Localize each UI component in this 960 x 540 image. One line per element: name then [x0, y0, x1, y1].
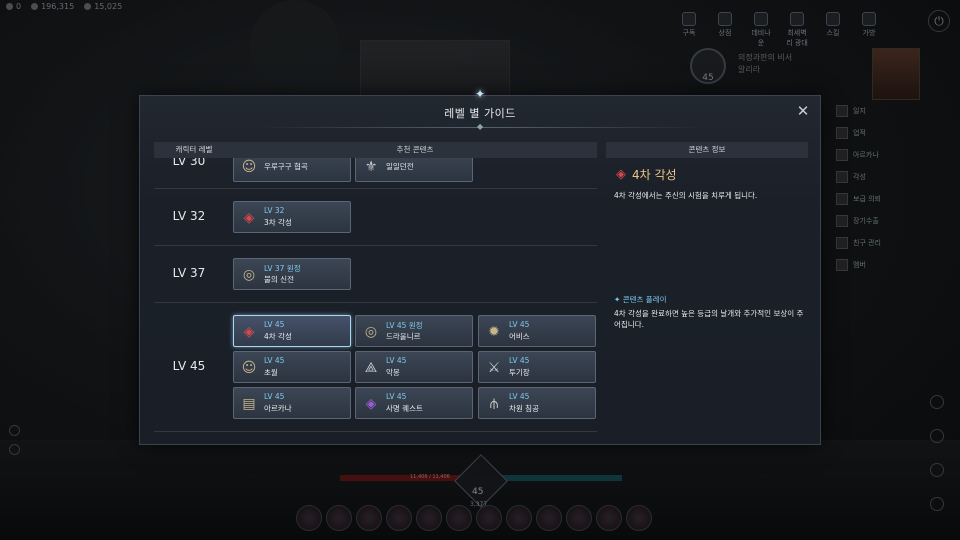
row-level-label: LV 45	[172, 359, 206, 373]
purple-gem-icon: ◈	[365, 396, 377, 412]
sparkle-icon: ✦	[614, 295, 621, 304]
title-star-icon: ✦	[475, 87, 486, 101]
header-content-info: 콘텐츠 정보	[606, 142, 808, 158]
mask-icon: ☺	[241, 360, 257, 376]
level-row: LV 37 ◎ LV 37 원정 불의 신전	[154, 246, 597, 303]
row-level-label: LV 37	[172, 266, 206, 280]
info-description: 4차 각성에서는 주신의 시험을 치루게 됩니다.	[614, 191, 758, 200]
content-button[interactable]: ◎ LV 37 원정 불의 신전	[233, 258, 351, 290]
content-button[interactable]: ⚜ 일일던전	[355, 158, 473, 182]
header-character-level: 캐릭터 레벨	[154, 142, 234, 158]
row-level-label: LV 30	[172, 158, 206, 168]
content-button[interactable]: ⫛ LV 45 차원 침공	[478, 387, 596, 419]
info-title: ◈ 4차 각성	[616, 167, 677, 182]
content-play-description: 4차 각성을 완료하면 높은 등급의 날개와 추가적인 보상이 주어집니다.	[614, 309, 804, 329]
close-button[interactable]: ✕	[796, 102, 810, 120]
swords-icon: ⚔	[487, 360, 501, 376]
content-button[interactable]: ⚔ LV 45 투기장	[478, 351, 596, 383]
level-guide-modal: ✦ 레벨 별 가이드 ◆ ✕ 캐릭터 레벨 추천 콘텐츠 콘텐츠 정보 LV 3…	[139, 87, 821, 445]
ring-icon: ◎	[242, 267, 256, 283]
divider-gem-icon: ◆	[477, 122, 484, 131]
level-guide-list[interactable]: LV 30 ☺ 우루구구 협곡 ⚜ 일일던전 LV 32 ◈ LV 32 3차 …	[154, 158, 597, 435]
content-button-selected[interactable]: ◈ LV 45 4차 각성	[233, 315, 351, 347]
wing-icon: ⚜	[364, 159, 378, 175]
level-row: LV 45 ◈ LV 45 4차 각성 ◎ LV 45 원정 드라울니르 ✹ L…	[154, 303, 597, 432]
header-recommended-content: 추천 콘텐츠	[233, 142, 597, 158]
content-button[interactable]: ◈ LV 45 사명 퀘스트	[355, 387, 473, 419]
diamond-icon: ◈	[616, 167, 626, 182]
content-button[interactable]: ◎ LV 45 원정 드라울니르	[355, 315, 473, 347]
sun-icon: ✹	[488, 324, 500, 340]
diamond-icon: ◈	[243, 210, 255, 226]
content-button[interactable]: ⟁ LV 45 악몽	[355, 351, 473, 383]
content-button[interactable]: ☺ LV 45 초월	[233, 351, 351, 383]
level-row: LV 30 ☺ 우루구구 협곡 ⚜ 일일던전	[154, 158, 597, 189]
close-icon: ✕	[796, 102, 810, 120]
ring-icon: ◎	[364, 324, 378, 340]
content-button[interactable]: ✹ LV 45 어비스	[478, 315, 596, 347]
scroll-icon: ▤	[242, 396, 256, 412]
row-level-label: LV 32	[172, 209, 206, 223]
content-button[interactable]: ▤ LV 45 아르카나	[233, 387, 351, 419]
content-button[interactable]: ☺ 우루구구 협곡	[233, 158, 351, 182]
modal-title: 레벨 별 가이드	[444, 107, 516, 120]
content-button[interactable]: ◈ LV 32 3차 각성	[233, 201, 351, 233]
content-play-header: ✦ 콘텐츠 플레이	[614, 295, 667, 304]
rune-icon: ⟁	[364, 360, 378, 376]
level-row: LV 32 ◈ LV 32 3차 각성	[154, 189, 597, 246]
mask-icon: ☺	[241, 159, 257, 175]
claw-icon: ⫛	[489, 396, 499, 412]
diamond-icon: ◈	[243, 324, 255, 340]
